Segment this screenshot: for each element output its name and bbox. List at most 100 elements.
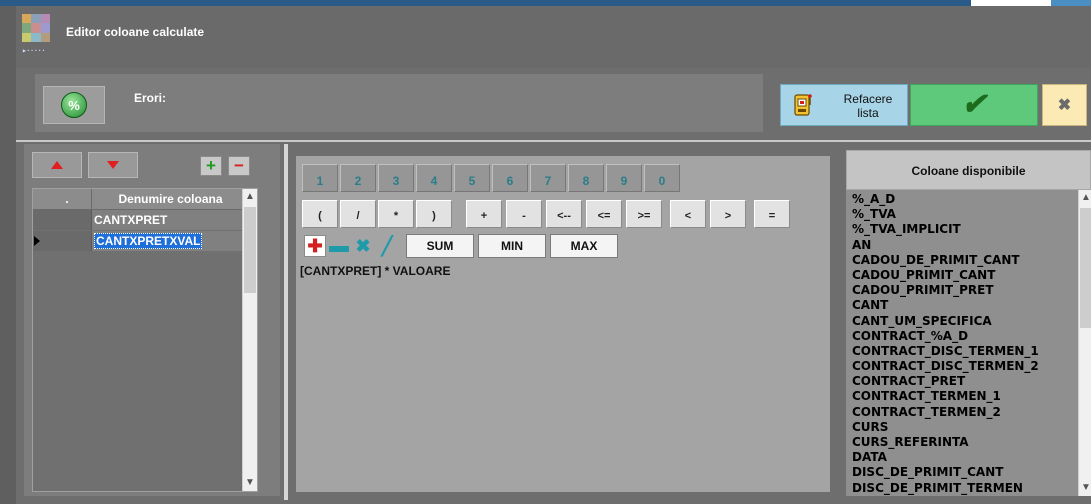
operator-button[interactable]: > — [710, 200, 746, 228]
row-cell-blank — [43, 231, 92, 251]
list-item[interactable]: CONTRACT_TERMEN_1 — [852, 389, 1078, 404]
available-columns-header: Coloane disponibile — [846, 150, 1091, 190]
add-column-button[interactable]: + — [200, 156, 222, 176]
digit-button[interactable]: 6 — [492, 164, 528, 192]
operator-button[interactable]: <-- — [546, 200, 582, 228]
operator-button[interactable]: / — [340, 200, 376, 228]
list-item[interactable]: CADOU_DE_PRIMIT_CANT — [852, 253, 1078, 268]
digit-button[interactable]: 2 — [340, 164, 376, 192]
list-item[interactable]: CURS — [852, 420, 1078, 435]
refresh-list-label: Refacere lista — [833, 92, 903, 120]
digit-button[interactable]: 1 — [302, 164, 338, 192]
list-item[interactable]: %_TVA — [852, 207, 1078, 222]
scroll-up-icon[interactable]: ▲ — [1079, 190, 1091, 206]
slot-machine-icon — [794, 94, 812, 116]
calculated-columns-panel: + − . Denumire coloana CANTXPRET CANTXPR… — [24, 144, 280, 496]
grid-header: . Denumire coloana — [33, 189, 249, 210]
digit-button[interactable]: 0 — [644, 164, 680, 192]
editor-window: ▸····· Editor coloane calculate % Erori:… — [0, 0, 1091, 504]
refresh-label-line1: Refacere — [843, 92, 893, 106]
list-item[interactable]: CONTRACT_DISC_TERMEN_1 — [852, 344, 1078, 359]
list-item[interactable]: DISC_DE_PRIMIT_TERMEN — [852, 481, 1078, 496]
ok-button[interactable]: ✔ — [910, 84, 1038, 126]
table-row[interactable]: CANTXPRETXVAL — [33, 231, 249, 251]
grid-header-name[interactable]: Denumire coloana — [92, 189, 249, 209]
scroll-thumb[interactable] — [244, 207, 256, 293]
digit-button[interactable]: 9 — [606, 164, 642, 192]
selected-row-name: CANTXPRETXVAL — [94, 233, 203, 249]
plus-icon: + — [206, 156, 216, 175]
operator-button[interactable]: = — [754, 200, 790, 228]
grid-header-indicator: . — [43, 189, 92, 209]
multiply-operator-icon[interactable]: ✖ — [352, 235, 374, 257]
list-item[interactable]: CONTRACT_DISC_TERMEN_2 — [852, 359, 1078, 374]
digit-button[interactable]: 5 — [454, 164, 490, 192]
sum-button[interactable]: SUM — [406, 234, 474, 258]
operator-button[interactable]: >= — [626, 200, 662, 228]
list-item[interactable]: %_TVA_IMPLICIT — [852, 222, 1078, 237]
operator-button[interactable]: + — [466, 200, 502, 228]
list-item[interactable]: CANT — [852, 298, 1078, 313]
formula-text[interactable]: [CANTXPRET] * VALOARE — [300, 264, 450, 278]
move-up-button[interactable] — [32, 152, 82, 178]
operator-button[interactable]: <= — [586, 200, 622, 228]
scroll-down-icon[interactable]: ▼ — [243, 475, 257, 491]
title-bar: ▸····· Editor coloane calculate — [16, 6, 1091, 68]
grid-scrollbar[interactable]: ▲ ▼ — [242, 189, 257, 491]
operator-button[interactable]: - — [506, 200, 542, 228]
cancel-button[interactable]: ✖ — [1042, 84, 1087, 126]
available-columns-scrollbar[interactable]: ▲ ▼ — [1078, 190, 1091, 496]
list-item[interactable]: CONTRACT_TERMEN_2 — [852, 405, 1078, 420]
row-cell-name[interactable]: CANTXPRETXVAL — [92, 231, 249, 251]
columns-toolbar: + − — [32, 152, 252, 178]
expression-editor: 1 2 3 4 5 6 7 8 9 0 ( / * ) + - <-- <= >… — [296, 156, 830, 492]
arrow-up-icon — [51, 161, 63, 169]
remove-column-button[interactable]: − — [228, 156, 250, 176]
close-icon: ✖ — [1057, 97, 1072, 114]
digit-button[interactable]: 7 — [530, 164, 566, 192]
checkmark-icon: ✔ — [961, 88, 987, 121]
scroll-thumb[interactable] — [1080, 208, 1091, 328]
list-item[interactable]: CURS_REFERINTA — [852, 435, 1078, 450]
subtract-operator-icon[interactable]: ▬ — [328, 235, 350, 257]
window-left-edge — [0, 6, 16, 504]
digit-button[interactable]: 8 — [568, 164, 604, 192]
scroll-up-icon[interactable]: ▲ — [243, 189, 257, 205]
list-item[interactable]: CANT_UM_SPECIFICA — [852, 314, 1078, 329]
operator-button[interactable]: < — [670, 200, 706, 228]
percent-icon: % — [61, 92, 87, 118]
errors-label: Erori: — [134, 91, 167, 105]
current-row-pointer-icon — [34, 236, 40, 246]
divide-operator-icon[interactable]: ╱ — [376, 235, 398, 257]
percent-button[interactable]: % — [43, 86, 105, 124]
add-operator-icon[interactable]: ✚ — [304, 235, 326, 257]
row-cell-name[interactable]: CANTXPRET — [92, 210, 249, 230]
panel-separator[interactable] — [284, 144, 288, 500]
window-title: Editor coloane calculate — [66, 25, 205, 39]
list-item[interactable]: CONTRACT_PRET — [852, 374, 1078, 389]
table-row[interactable]: CANTXPRET — [33, 210, 249, 230]
list-item[interactable]: CADOU_PRIMIT_CANT — [852, 268, 1078, 283]
minus-icon: − — [234, 156, 244, 175]
list-item[interactable]: DATA — [852, 450, 1078, 465]
operator-button[interactable]: ( — [302, 200, 338, 228]
list-item[interactable]: CADOU_PRIMIT_PRET — [852, 283, 1078, 298]
operator-button[interactable]: * — [378, 200, 414, 228]
refresh-list-button[interactable]: Refacere lista — [780, 84, 908, 126]
app-icon-dots: ▸····· — [22, 46, 46, 55]
row-indicator — [33, 231, 43, 251]
digit-button[interactable]: 3 — [378, 164, 414, 192]
digit-button[interactable]: 4 — [416, 164, 452, 192]
list-item[interactable]: CONTRACT_%A_D — [852, 329, 1078, 344]
errors-panel: % Erori: — [35, 74, 763, 132]
list-item[interactable]: %_A_D — [852, 192, 1078, 207]
available-columns-panel: Coloane disponibile %_A_D %_TVA %_TVA_IM… — [846, 150, 1091, 496]
columns-grid: . Denumire coloana CANTXPRET CANTXPRETXV… — [32, 188, 258, 492]
operator-button[interactable]: ) — [416, 200, 452, 228]
list-item[interactable]: DISC_DE_PRIMIT_CANT — [852, 465, 1078, 480]
max-button[interactable]: MAX — [550, 234, 618, 258]
scroll-down-icon[interactable]: ▼ — [1079, 480, 1091, 496]
list-item[interactable]: AN — [852, 238, 1078, 253]
min-button[interactable]: MIN — [478, 234, 546, 258]
move-down-button[interactable] — [88, 152, 138, 178]
